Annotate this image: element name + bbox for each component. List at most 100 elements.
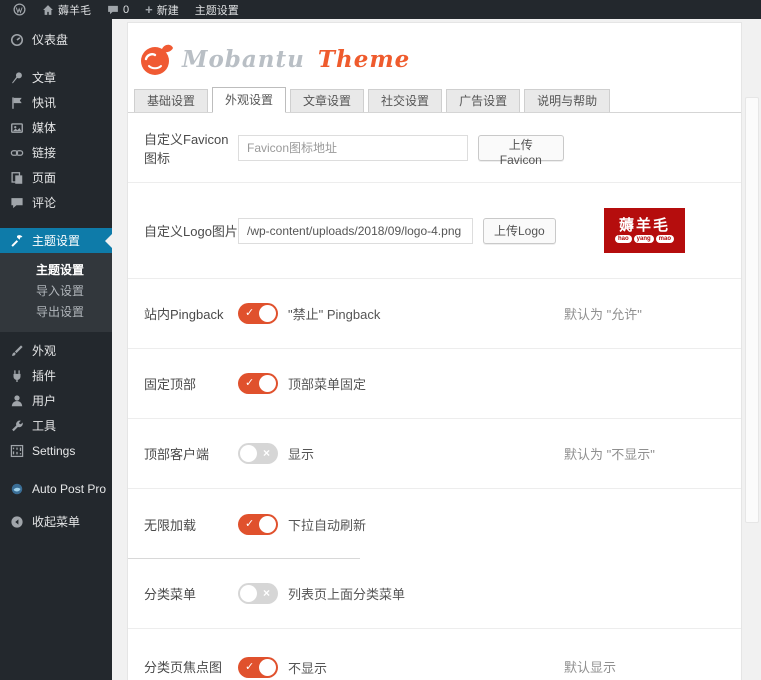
sidebar-item-users[interactable]: 用户 [0, 388, 112, 413]
tab-help[interactable]: 说明与帮助 [524, 89, 610, 112]
sidebar-item-news[interactable]: 快讯 [0, 90, 112, 115]
theme-brand: Mobantu Theme [128, 23, 741, 87]
pages-icon [10, 171, 24, 185]
logo-preview-image: 薅羊毛 hao yang mao [604, 208, 685, 253]
fixed-header-label: 固定顶部 [144, 374, 238, 393]
infinite-load-toggle[interactable]: ✓ [238, 514, 278, 535]
tab-ad-settings[interactable]: 广告设置 [446, 89, 520, 112]
pingback-toggle[interactable]: ✓ [238, 303, 278, 324]
tab-basic-settings[interactable]: 基础设置 [134, 89, 208, 112]
pingback-setting-row: 站内Pingback ✓ "禁止" Pingback 默认为 "允许" [128, 279, 741, 349]
theme-settings-shortcut[interactable]: 主题设置 [190, 0, 244, 19]
brush-icon [10, 344, 24, 358]
media-icon [10, 121, 24, 135]
sidebar-item-media[interactable]: 媒体 [0, 115, 112, 140]
submenu-item-export-settings[interactable]: 导出设置 [0, 302, 112, 323]
fixed-header-setting-row: 固定顶部 ✓ 顶部菜单固定 [128, 349, 741, 419]
sidebar-item-auto-post-pro[interactable]: Auto Post Pro [0, 476, 112, 501]
sliders-icon [10, 444, 24, 458]
theme-settings-panel: Mobantu Theme 基础设置 外观设置 文章设置 社交设置 广告设置 说… [127, 22, 742, 680]
top-client-label: 顶部客户端 [144, 444, 238, 463]
x-icon: × [263, 443, 270, 464]
submenu-item-import-settings[interactable]: 导入设置 [0, 281, 112, 302]
page-scrollbar [744, 19, 761, 680]
collapse-arrow-icon [10, 515, 24, 529]
sidebar-item-settings[interactable]: Settings [0, 438, 112, 463]
infinite-load-label: 无限加载 [144, 515, 238, 534]
pingback-default-note: 默认为 "允许" [564, 304, 741, 323]
sidebar-item-collapse-menu[interactable]: 收起菜单 [0, 509, 112, 534]
brand-name-primary: Mobantu [182, 46, 305, 73]
brand-name-secondary: Theme [318, 46, 410, 73]
favicon-label: 自定义Favicon图标 [144, 129, 238, 167]
top-client-setting-row: 顶部客户端 × 显示 默认为 "不显示" [128, 419, 741, 489]
infinite-load-state-text: 下拉自动刷新 [288, 515, 366, 534]
logo-url-input[interactable] [238, 218, 473, 244]
sidebar-item-pages[interactable]: 页面 [0, 165, 112, 190]
category-focus-label: 分类页焦点图 [144, 657, 238, 676]
check-icon: ✓ [245, 373, 254, 394]
pingback-label: 站内Pingback [144, 304, 238, 323]
logo-preview-title: 薅羊毛 [619, 218, 670, 234]
sidebar-item-theme-settings[interactable]: 主题设置 [0, 228, 112, 253]
auto-post-pro-icon [10, 482, 24, 496]
submenu-item-theme-settings[interactable]: 主题设置 [0, 260, 112, 281]
category-focus-setting-row: 分类页焦点图 ✓ 不显示 默认显示 [128, 629, 741, 680]
sidebar-item-dashboard[interactable]: 仪表盘 [0, 27, 112, 52]
flag-icon [10, 96, 24, 110]
tab-appearance-settings[interactable]: 外观设置 [212, 87, 286, 113]
site-link[interactable]: 薅羊毛 [37, 0, 96, 19]
sidebar-item-tools[interactable]: 工具 [0, 413, 112, 438]
check-icon: ✓ [245, 303, 254, 324]
site-name: 薅羊毛 [58, 2, 91, 18]
sidebar-item-appearance[interactable]: 外观 [0, 338, 112, 363]
hammer-icon [10, 234, 24, 248]
comments-count: 0 [123, 4, 129, 16]
category-menu-label: 分类菜单 [144, 584, 238, 603]
theme-settings-submenu: 主题设置 导入设置 导出设置 [0, 253, 112, 332]
pushpin-icon [10, 71, 24, 85]
tab-social-settings[interactable]: 社交设置 [368, 89, 442, 112]
check-icon: ✓ [245, 657, 254, 678]
wordpress-logo-menu[interactable] [8, 0, 31, 19]
fixed-header-state-text: 顶部菜单固定 [288, 374, 366, 393]
comments-shortcut[interactable]: 0 [102, 0, 134, 19]
new-label: 新建 [157, 2, 179, 18]
logo-setting-row: 自定义Logo图片 上传Logo 薅羊毛 hao yang mao [128, 183, 741, 279]
sidebar-item-plugins[interactable]: 插件 [0, 363, 112, 388]
favicon-url-input[interactable] [238, 135, 468, 161]
check-icon: ✓ [245, 514, 254, 535]
upload-logo-button[interactable]: 上传Logo [483, 218, 556, 244]
category-focus-default-note: 默认显示 [564, 657, 741, 676]
pingback-state-text: "禁止" Pingback [288, 304, 380, 323]
settings-tab-bar: 基础设置 外观设置 文章设置 社交设置 广告设置 说明与帮助 [128, 87, 741, 113]
infinite-load-setting-row: 无限加载 ✓ 下拉自动刷新 [128, 489, 741, 559]
new-content-menu[interactable]: + 新建 [140, 0, 184, 19]
admin-sidebar: 仪表盘 文章 快讯 媒体 链接 [0, 19, 112, 680]
category-menu-state-text: 列表页上面分类菜单 [288, 584, 405, 603]
dashboard-gauge-icon [10, 33, 24, 47]
upload-favicon-button[interactable]: 上传Favicon [478, 135, 564, 161]
category-focus-state-text: 不显示 [288, 658, 327, 677]
top-client-state-text: 显示 [288, 444, 314, 463]
mobantu-logo-icon [136, 39, 176, 79]
user-icon [10, 394, 24, 408]
plus-icon: + [145, 3, 153, 16]
fixed-header-toggle[interactable]: ✓ [238, 373, 278, 394]
logo-label: 自定义Logo图片 [144, 221, 238, 240]
category-menu-toggle[interactable]: × [238, 583, 278, 604]
tab-post-settings[interactable]: 文章设置 [290, 89, 364, 112]
sidebar-item-posts[interactable]: 文章 [0, 65, 112, 90]
home-icon [42, 4, 54, 16]
top-client-toggle[interactable]: × [238, 443, 278, 464]
comment-bubble-icon [107, 4, 119, 16]
category-focus-toggle[interactable]: ✓ [238, 657, 278, 678]
comments-icon [10, 196, 24, 210]
sidebar-item-links[interactable]: 链接 [0, 140, 112, 165]
sidebar-item-comments[interactable]: 评论 [0, 190, 112, 215]
x-icon: × [263, 583, 270, 604]
scrollbar-thumb[interactable] [745, 97, 759, 523]
admin-top-bar: 薅羊毛 0 + 新建 主题设置 [0, 0, 761, 19]
link-chain-icon [10, 146, 24, 160]
top-client-default-note: 默认为 "不显示" [564, 444, 741, 463]
